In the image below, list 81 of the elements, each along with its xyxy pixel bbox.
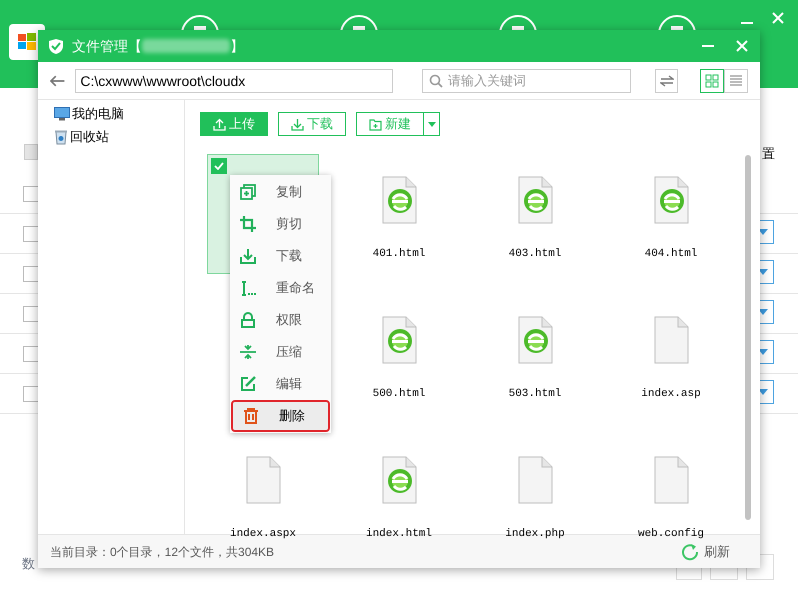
close-icon[interactable] [772,12,784,24]
copy-icon [240,184,256,200]
file-name[interactable]: index.html [366,526,432,542]
web-file-icon [518,316,552,364]
file-name[interactable]: 404.html [644,246,698,262]
web-file-icon [382,316,416,364]
monitor-icon [54,107,70,121]
file-icon [654,456,688,504]
caret-icon [758,269,768,275]
edit-icon [240,376,256,392]
checkbox[interactable] [23,346,39,362]
file-name[interactable]: index.asp [641,386,701,402]
trash-bin-icon [54,129,68,145]
caret-icon [758,389,768,395]
expand-icon[interactable] [24,144,38,160]
list-icon [729,74,744,88]
menu-item[interactable]: 权限 [230,304,331,336]
download-icon [291,118,304,130]
sidebar-item[interactable]: 回收站 [54,127,184,147]
file-name[interactable]: 500.html [372,386,426,402]
menu-item[interactable]: 下载 [230,240,331,272]
back-icon[interactable] [50,74,66,86]
checkbox[interactable] [23,386,39,402]
refresh-button[interactable]: 刷新 [681,542,730,562]
check-icon [214,162,224,170]
web-file-icon [654,176,688,224]
caret-icon [758,349,768,355]
menu-item[interactable]: 编辑 [230,368,331,400]
upload-icon [213,118,226,130]
search-field[interactable]: 请输入关键词 [422,68,632,92]
download-icon [240,248,256,264]
menu-item[interactable]: 重命名 [230,272,331,304]
window-title: 文件管理【 [72,36,142,56]
status-text: 当前目录：0个目录，12个文件，共304KB [50,544,274,560]
checkbox[interactable] [23,306,39,322]
file-icon [246,456,280,504]
column-header: 置 [762,145,775,163]
folder-plus-icon [369,118,382,130]
checkbox[interactable] [23,186,39,202]
swap-icon [660,74,674,86]
crop-icon [240,216,256,232]
dropdown-button[interactable] [424,112,440,136]
refresh-icon [681,542,699,560]
file-icon [654,316,688,364]
grid-icon [705,74,720,88]
caret-icon [758,309,768,315]
trash-icon [243,408,259,424]
scrollbar[interactable] [745,155,751,520]
sidebar-item[interactable]: 我的电脑 [54,104,184,124]
swap-button[interactable] [654,68,678,92]
menu-item[interactable]: 删除 [231,400,330,432]
close-icon[interactable] [736,40,748,52]
checkbox[interactable] [23,266,39,282]
caret-icon [428,122,436,126]
web-file-icon [382,176,416,224]
menu-item[interactable]: 复制 [230,176,331,208]
menu-item[interactable]: 剪切 [230,208,331,240]
file-name[interactable]: 403.html [508,246,562,262]
path-field[interactable]: C:\cxwww\wwwroot\cloudx [75,68,393,92]
text-cursor-icon [240,280,256,296]
menu-item[interactable]: 压缩 [230,336,331,368]
search-input[interactable]: 请输入关键词 [448,70,624,90]
file-name[interactable]: 401.html [372,246,426,262]
web-file-icon [518,176,552,224]
file-name[interactable]: index.php [505,526,565,542]
grid-view-button[interactable] [700,68,724,92]
search-icon [429,74,444,88]
web-file-icon [382,456,416,504]
footer-text: 数 [22,555,35,573]
list-view-button[interactable] [724,68,748,92]
checkbox[interactable] [23,226,39,242]
file-name[interactable]: 503.html [508,386,562,402]
file-name[interactable]: web.config [638,526,704,542]
window-title: 】 [230,36,244,56]
checkbox[interactable] [211,158,227,174]
compress-icon [240,344,256,360]
lock-icon [240,312,256,328]
shield-icon [48,38,64,54]
caret-icon [758,229,768,235]
file-icon [518,456,552,504]
file-name[interactable]: index.aspx [230,526,296,542]
